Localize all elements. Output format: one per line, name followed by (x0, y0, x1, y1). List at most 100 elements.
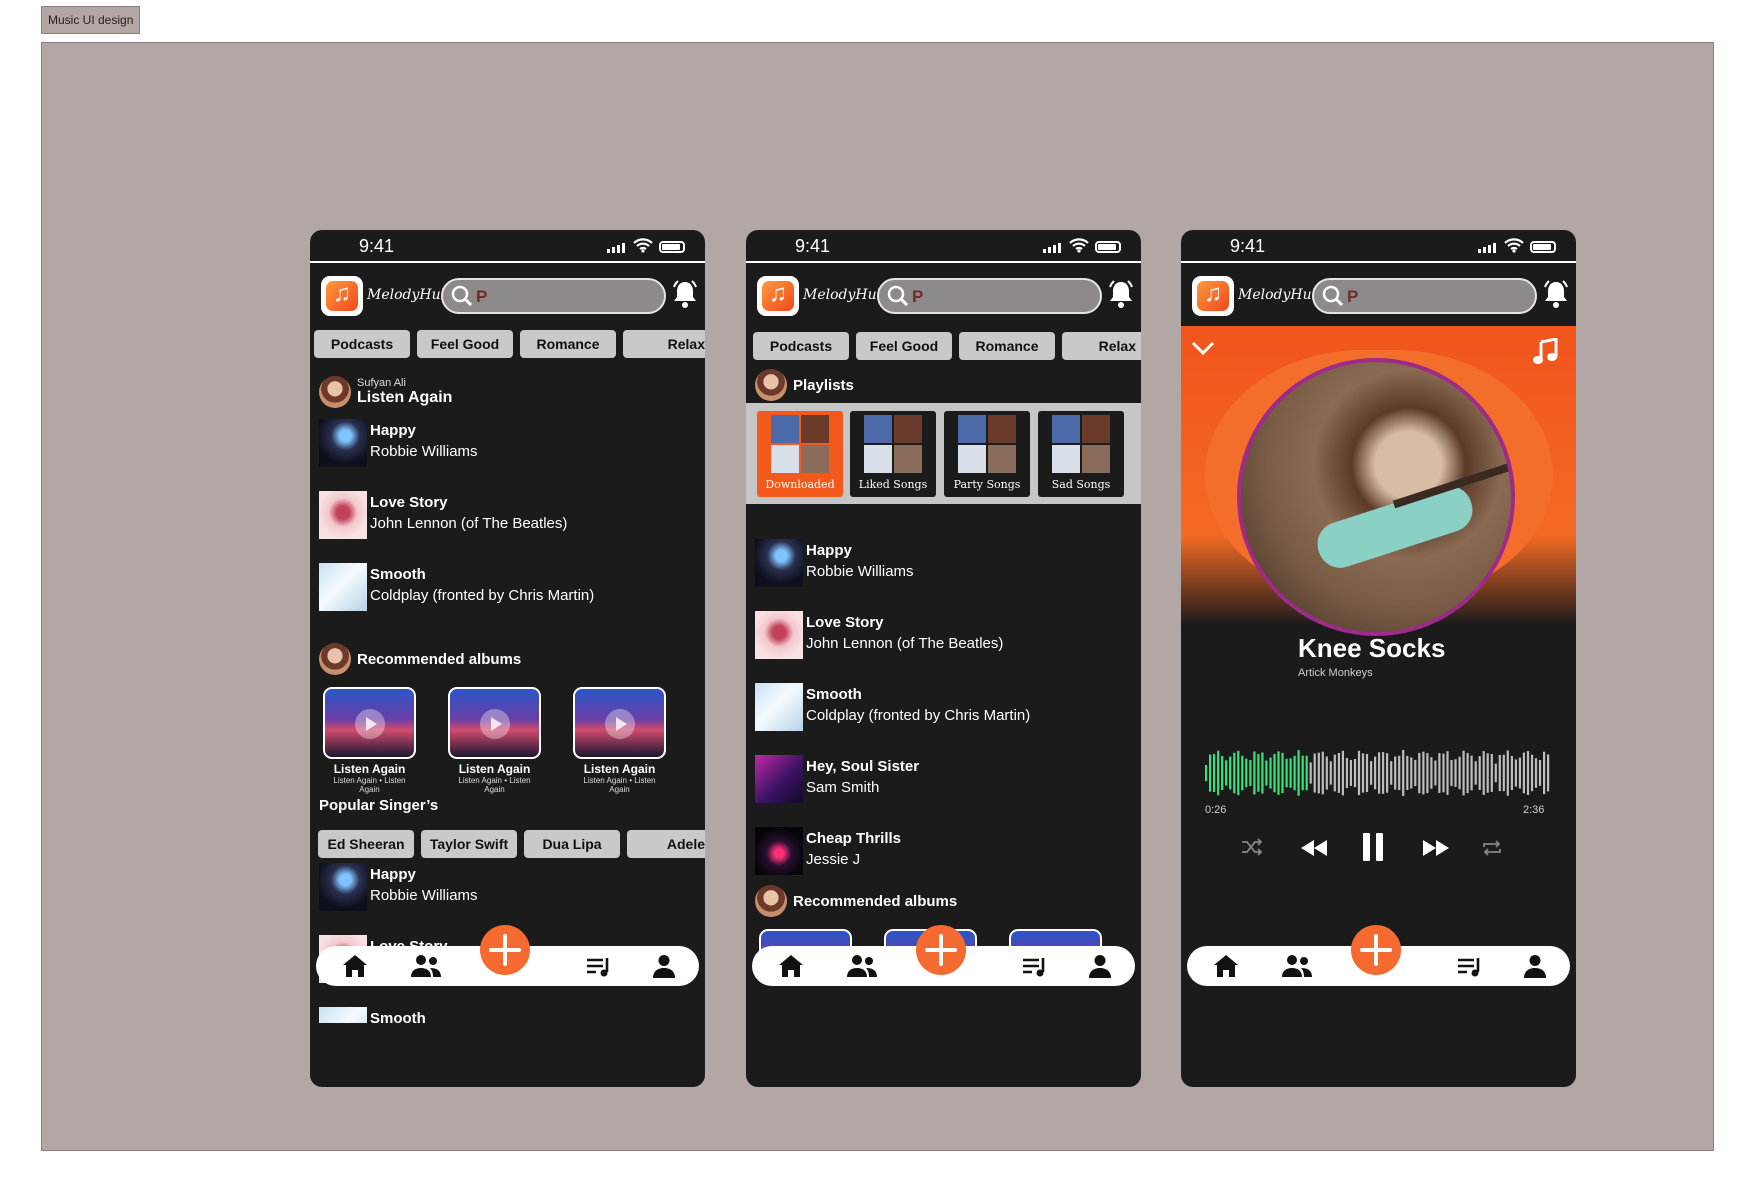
pause-icon[interactable] (1362, 832, 1384, 862)
chip-dua-lipa[interactable]: Dua Lipa (524, 830, 620, 858)
status-bar: 9:41 (310, 230, 705, 263)
profile-icon[interactable] (1088, 954, 1112, 978)
list-item[interactable]: Smooth Coldplay (fronted by Chris Martin) (755, 683, 1135, 731)
waveform-bar (1442, 753, 1445, 793)
chip-adele[interactable]: Adele (627, 830, 705, 858)
category-chips: Podcasts Feel Good Romance Relax (753, 332, 1141, 360)
add-button[interactable] (916, 925, 966, 975)
waveform-bar (1273, 753, 1276, 793)
friends-icon[interactable] (410, 954, 442, 978)
chevron-down-icon[interactable] (1191, 340, 1215, 356)
chip-relax[interactable]: Relax (1062, 332, 1141, 360)
chip-romance[interactable]: Romance (520, 330, 616, 358)
app-logo[interactable]: ♫ (321, 276, 363, 316)
profile-icon[interactable] (652, 954, 676, 978)
waveform-bar (1317, 752, 1320, 794)
search-input[interactable]: P (877, 278, 1102, 314)
app-header: ♫ MelodyHub P (746, 276, 1141, 318)
home-icon[interactable] (1213, 954, 1239, 978)
music-note-icon[interactable] (1532, 338, 1558, 366)
rewind-icon[interactable] (1300, 839, 1328, 857)
playlist-card-sad[interactable]: Sad Songs (1038, 411, 1124, 497)
now-playing-artwork (1237, 358, 1515, 636)
waveform-bar (1321, 751, 1324, 795)
album-card[interactable]: Listen Again Listen Again • Listen Again (323, 687, 416, 794)
list-item[interactable]: Love Story John Lennon (of The Beatles) (319, 491, 699, 539)
playlist-icon[interactable] (1022, 954, 1048, 978)
playlist-icon[interactable] (1457, 954, 1483, 978)
waveform-bar (1345, 757, 1348, 789)
waveform-bar (1233, 752, 1236, 794)
chip-podcasts[interactable]: Podcasts (314, 330, 410, 358)
waveform-bar (1450, 760, 1453, 787)
list-item[interactable]: Happy Robbie Williams (319, 419, 699, 467)
list-item[interactable]: Smooth (319, 1007, 699, 1023)
app-logo[interactable]: ♫ (1192, 276, 1234, 316)
add-button[interactable] (1351, 925, 1401, 975)
search-icon (451, 285, 473, 307)
add-button[interactable] (480, 925, 530, 975)
chip-podcasts[interactable]: Podcasts (753, 332, 849, 360)
chip-feel-good[interactable]: Feel Good (856, 332, 952, 360)
list-item[interactable]: Happy Robbie Williams (319, 863, 699, 911)
friends-icon[interactable] (1281, 954, 1313, 978)
repeat-icon[interactable] (1481, 839, 1503, 857)
waveform-bar (1502, 754, 1505, 792)
friends-icon[interactable] (846, 954, 878, 978)
bell-icon[interactable] (671, 279, 699, 309)
fast-forward-icon[interactable] (1422, 839, 1450, 857)
list-item[interactable]: Hey, Soul Sister Sam Smith (755, 755, 1135, 803)
album-card[interactable]: Listen Again Listen Again • Listen Again (573, 687, 666, 794)
playlist-label: Liked Songs (858, 478, 928, 491)
recommended-title: Recommended albums (357, 650, 522, 668)
chip-taylor-swift[interactable]: Taylor Swift (421, 830, 517, 858)
profile-icon[interactable] (1523, 954, 1547, 978)
waveform-bar (1426, 753, 1429, 793)
playlist-icon[interactable] (586, 954, 612, 978)
bell-icon[interactable] (1107, 279, 1135, 309)
avatar[interactable] (755, 369, 787, 401)
waveform-bar (1482, 751, 1485, 795)
list-item[interactable]: Love Story John Lennon (of The Beatles) (755, 611, 1135, 659)
app-logo[interactable]: ♫ (757, 276, 799, 316)
status-time: 9:41 (1230, 236, 1266, 256)
song-title: Happy (370, 866, 416, 883)
avatar[interactable] (319, 376, 351, 408)
playlist-cover (1052, 415, 1110, 473)
album-card[interactable]: Listen Again Listen Again • Listen Again (448, 687, 541, 794)
playlist-cover (864, 415, 922, 473)
waveform-bar (1297, 750, 1300, 796)
playlist-card-downloaded[interactable]: Downloaded (757, 411, 843, 497)
search-input[interactable]: P (441, 278, 666, 314)
user-name: Sufyan Ali (357, 377, 406, 389)
waveform-bar (1337, 753, 1340, 793)
home-icon[interactable] (778, 954, 804, 978)
list-item[interactable]: Happy Robbie Williams (755, 539, 1135, 587)
waveform-bar (1547, 754, 1550, 792)
waveform-bar (1478, 756, 1481, 790)
listen-again-title: Listen Again (357, 389, 453, 406)
playlist-label: Sad Songs (1051, 478, 1111, 491)
chip-romance[interactable]: Romance (959, 332, 1055, 360)
waveform-bar (1349, 760, 1352, 786)
home-icon[interactable] (342, 954, 368, 978)
category-chips: Podcasts Feel Good Romance Relax (314, 330, 705, 358)
bell-icon[interactable] (1542, 279, 1570, 309)
chip-feel-good[interactable]: Feel Good (417, 330, 513, 358)
waveform-bar (1438, 753, 1441, 793)
waveform-bar (1486, 753, 1489, 793)
waveform-bar (1209, 754, 1212, 792)
waveform-seekbar[interactable] (1205, 750, 1551, 796)
list-item[interactable]: Smooth Coldplay (fronted by Chris Martin) (319, 563, 699, 611)
waveform-bar (1454, 759, 1457, 787)
search-input[interactable]: P (1312, 278, 1537, 314)
song-artist: Coldplay (fronted by Chris Martin) (806, 707, 1031, 724)
shuffle-icon[interactable] (1241, 838, 1263, 856)
music-note-icon: ♫ (1204, 280, 1222, 307)
playlist-card-party[interactable]: Party Songs (944, 411, 1030, 497)
wifi-icon (1504, 238, 1524, 253)
chip-relax[interactable]: Relax (623, 330, 705, 358)
list-item[interactable]: Cheap Thrills Jessie J (755, 827, 1135, 875)
playlist-card-liked[interactable]: Liked Songs (850, 411, 936, 497)
chip-ed-sheeran[interactable]: Ed Sheeran (318, 830, 414, 858)
